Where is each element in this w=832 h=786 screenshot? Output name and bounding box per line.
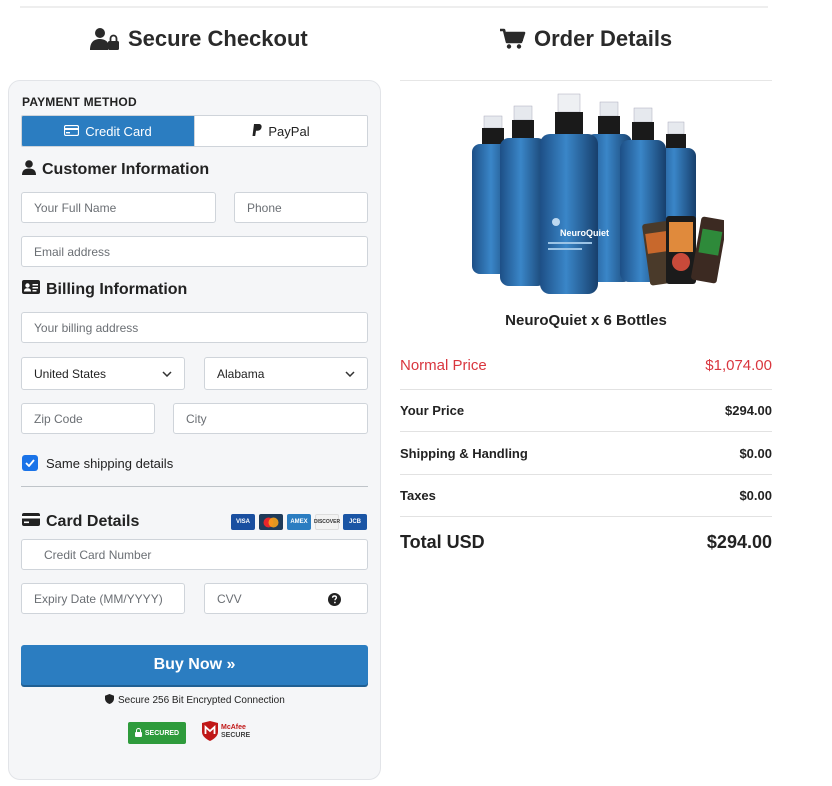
user-lock-icon bbox=[90, 27, 120, 51]
shipping-row: Shipping & Handling $0.00 bbox=[400, 446, 772, 461]
normal-price-label: Normal Price bbox=[400, 357, 487, 374]
cvv-field[interactable] bbox=[204, 583, 368, 614]
shipping-value: $0.00 bbox=[739, 446, 772, 461]
cvv-input[interactable] bbox=[217, 584, 341, 613]
secure-connection-text: Secure 256 Bit Encrypted Connection bbox=[118, 695, 285, 706]
email-input[interactable] bbox=[34, 237, 367, 266]
order-title: Order Details bbox=[534, 26, 673, 51]
phone-field[interactable] bbox=[234, 192, 368, 223]
amex-logo: AMEX bbox=[287, 514, 311, 530]
paypal-icon bbox=[252, 123, 263, 139]
same-shipping-row[interactable]: Same shipping details bbox=[22, 455, 173, 471]
credit-card-icon bbox=[64, 124, 80, 139]
mcafee-bottom-text: SECURE bbox=[221, 732, 251, 739]
tab-paypal-label: PayPal bbox=[268, 123, 310, 139]
your-price-value: $294.00 bbox=[725, 403, 772, 418]
discover-logo: DISCOVER bbox=[314, 514, 340, 530]
row-divider bbox=[400, 516, 772, 517]
mcafee-text: McAfee SECURE bbox=[221, 724, 250, 740]
taxes-row: Taxes $0.00 bbox=[400, 488, 772, 503]
bottle-brand-label: NeuroQuiet bbox=[560, 228, 609, 238]
full-name-field[interactable] bbox=[21, 192, 216, 223]
bonus-booklets bbox=[642, 216, 724, 286]
question-circle-icon[interactable] bbox=[328, 593, 341, 611]
product-image: NeuroQuiet bbox=[472, 93, 724, 294]
zip-code-field[interactable] bbox=[21, 403, 155, 434]
customer-info-title: Customer Information bbox=[42, 161, 210, 178]
your-price-label: Your Price bbox=[400, 403, 465, 418]
same-shipping-checkbox[interactable] bbox=[22, 455, 38, 471]
shield-icon bbox=[105, 694, 114, 707]
shipping-label: Shipping & Handling bbox=[400, 446, 528, 461]
billing-address-field[interactable] bbox=[21, 312, 368, 343]
mcafee-shield-icon bbox=[202, 721, 218, 743]
zip-code-input[interactable] bbox=[34, 404, 154, 433]
product-name: NeuroQuiet x 6 Bottles bbox=[505, 312, 667, 329]
form-divider bbox=[21, 486, 368, 487]
card-number-field[interactable] bbox=[21, 539, 368, 570]
credit-card-icon bbox=[22, 513, 40, 531]
total-label: Total USD bbox=[400, 532, 485, 552]
top-divider bbox=[20, 6, 768, 8]
country-select[interactable]: United States bbox=[21, 357, 185, 390]
accepted-cards: VISA AMEX DISCOVER JCB bbox=[231, 514, 367, 530]
row-divider bbox=[400, 431, 772, 432]
taxes-label: Taxes bbox=[400, 488, 436, 503]
buy-now-button[interactable]: Buy Now » bbox=[21, 645, 368, 685]
full-name-input[interactable] bbox=[34, 193, 215, 222]
your-price-row: Your Price $294.00 bbox=[400, 403, 772, 418]
checkout-title: Secure Checkout bbox=[128, 26, 308, 51]
normal-price-value: $1,074.00 bbox=[705, 357, 772, 374]
card-number-input[interactable] bbox=[44, 540, 367, 569]
lock-icon bbox=[134, 727, 142, 739]
country-select-value: United States bbox=[34, 366, 107, 381]
payment-method-tabs: Credit Card PayPal bbox=[21, 115, 368, 147]
taxes-value: $0.00 bbox=[739, 488, 772, 503]
tab-paypal[interactable]: PayPal bbox=[194, 116, 367, 146]
billing-info-heading: Billing Information bbox=[22, 280, 187, 299]
payment-method-label: PAYMENT METHOD bbox=[22, 95, 137, 109]
ssl-badge-text: SECURED bbox=[144, 729, 180, 737]
state-select-value: Alabama bbox=[217, 366, 265, 381]
mastercard-logo bbox=[259, 514, 283, 530]
mcafee-secure-badge: McAfee SECURE bbox=[202, 721, 250, 743]
chevron-down-icon bbox=[345, 370, 355, 377]
secure-connection-note: Secure 256 Bit Encrypted Connection bbox=[105, 694, 285, 707]
shopping-cart-icon bbox=[500, 28, 526, 50]
row-divider bbox=[400, 474, 772, 475]
order-heading: Order Details bbox=[500, 26, 672, 52]
email-field[interactable] bbox=[21, 236, 368, 267]
customer-info-heading: Customer Information bbox=[22, 160, 209, 180]
total-value: $294.00 bbox=[706, 532, 772, 552]
city-field[interactable] bbox=[173, 403, 368, 434]
phone-input[interactable] bbox=[247, 193, 367, 222]
id-card-icon bbox=[22, 280, 40, 299]
tab-credit-card-label: Credit Card bbox=[85, 123, 152, 139]
chevron-down-icon bbox=[162, 370, 172, 377]
card-details-heading: Card Details bbox=[22, 513, 139, 531]
state-select[interactable]: Alabama bbox=[204, 357, 368, 390]
ssl-secured-badge: SECURED bbox=[128, 722, 186, 744]
billing-address-input[interactable] bbox=[34, 313, 367, 342]
card-details-title: Card Details bbox=[46, 513, 140, 530]
same-shipping-label: Same shipping details bbox=[46, 455, 174, 471]
mcafee-top-text: McAfee bbox=[221, 724, 246, 731]
expiry-field[interactable] bbox=[21, 583, 185, 614]
bottle-mid-left bbox=[500, 105, 546, 286]
checkout-heading: Secure Checkout bbox=[90, 26, 308, 52]
expiry-input[interactable] bbox=[34, 584, 184, 613]
total-row: Total USD $294.00 bbox=[400, 532, 772, 553]
jcb-logo: JCB bbox=[343, 514, 367, 530]
user-icon bbox=[22, 160, 36, 180]
billing-info-title: Billing Information bbox=[46, 280, 188, 298]
order-divider bbox=[400, 80, 772, 81]
city-input[interactable] bbox=[186, 404, 367, 433]
tab-credit-card[interactable]: Credit Card bbox=[22, 116, 194, 146]
row-divider bbox=[400, 389, 772, 390]
normal-price-row: Normal Price $1,074.00 bbox=[400, 357, 772, 374]
visa-logo: VISA bbox=[231, 514, 255, 530]
